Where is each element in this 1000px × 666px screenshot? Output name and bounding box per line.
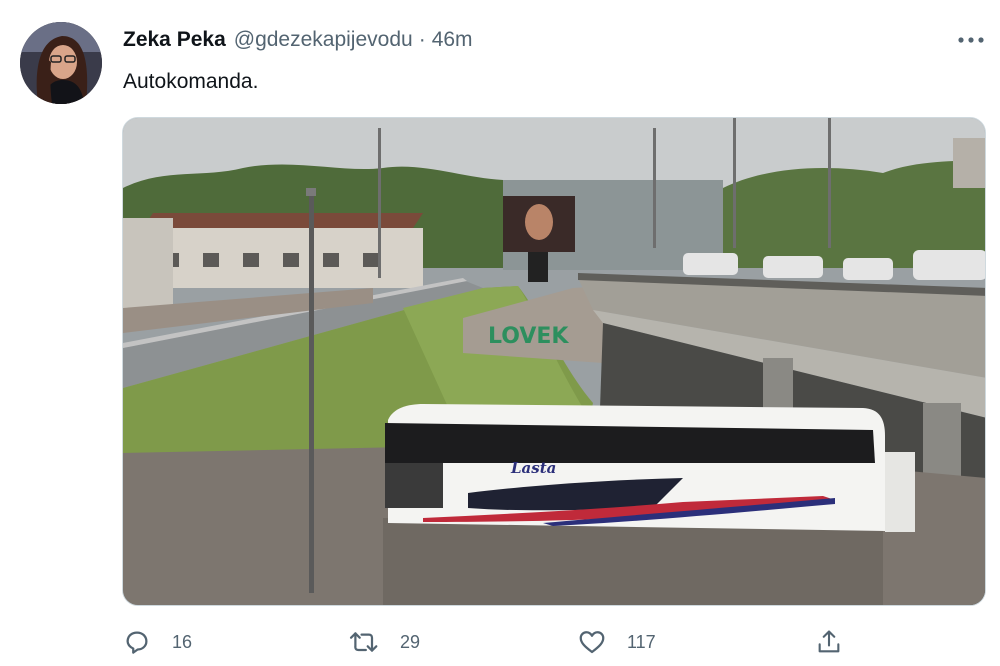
more-options-button[interactable] (954, 28, 988, 52)
reply-count: 16 (172, 631, 193, 652)
tweet-header: Zeka Peka @gdezekapijevodu · 46m (123, 28, 473, 56)
header-separator: · (418, 28, 426, 51)
avatar[interactable] (20, 22, 102, 104)
retweet-icon (349, 632, 378, 652)
tweet-timestamp[interactable]: 46m (432, 28, 473, 52)
tweet-photo[interactable]: LOVEK Lasta (122, 117, 986, 606)
retweet-button[interactable]: 29 (348, 622, 420, 662)
retweet-count: 29 (400, 631, 421, 652)
share-button[interactable] (815, 622, 843, 662)
reply-icon (126, 631, 148, 654)
graffiti-text: LOVEK (488, 324, 569, 349)
like-button[interactable]: 117 (577, 622, 656, 662)
avatar-photo (20, 22, 102, 104)
author-handle[interactable]: @gdezekapijevodu (234, 28, 413, 52)
reply-button[interactable]: 16 (122, 622, 192, 662)
more-icon (958, 37, 984, 43)
flooded-underpass-photo: LOVEK Lasta (123, 118, 985, 605)
heart-icon (579, 631, 605, 654)
tweet[interactable]: Zeka Peka @gdezekapijevodu · 46m Autokom… (0, 0, 1000, 666)
share-icon (818, 630, 840, 653)
tweet-text: Autokomanda. (123, 70, 259, 93)
bus-logo: Lasta (510, 459, 556, 477)
like-count: 117 (627, 631, 656, 652)
author-display-name[interactable]: Zeka Peka (123, 28, 226, 52)
